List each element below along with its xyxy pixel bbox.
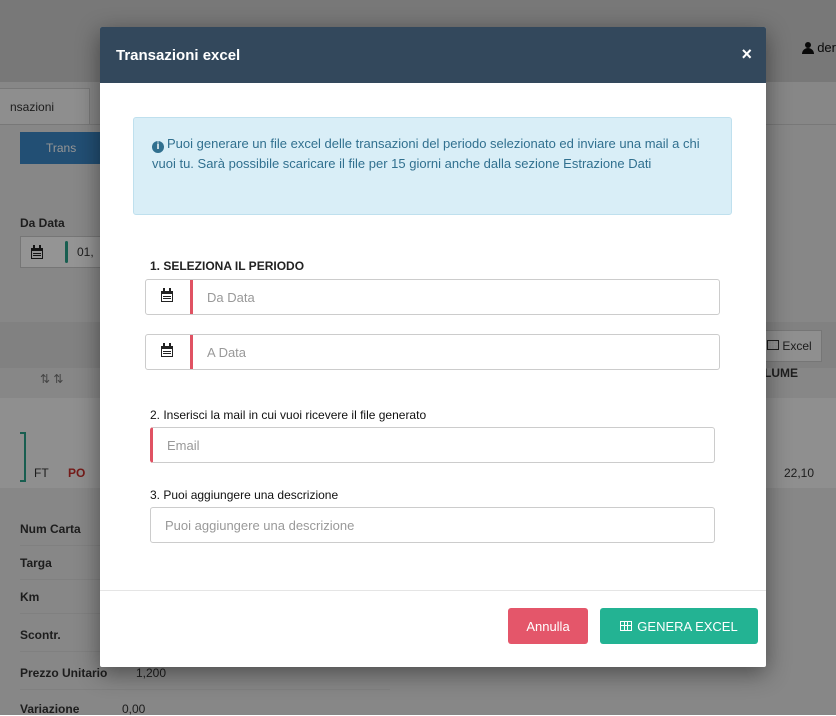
- section-description-label: 3. Puoi aggiungere una descrizione: [150, 488, 339, 502]
- info-alert: i Puoi generare un file excel delle trans…: [133, 117, 732, 215]
- section-period-label: 1. SELEZIONA IL PERIODO: [150, 259, 305, 273]
- close-icon[interactable]: ×: [741, 43, 752, 65]
- generate-excel-label: GENERA EXCEL: [637, 618, 738, 634]
- modal-header: Transazioni excel ×: [100, 27, 766, 83]
- description-input[interactable]: [150, 507, 715, 543]
- to-date-calendar-button[interactable]: [146, 335, 190, 369]
- calendar-icon: [161, 343, 173, 357]
- to-date-input[interactable]: [190, 335, 719, 369]
- from-date-calendar-button[interactable]: [146, 280, 190, 314]
- from-date-input[interactable]: [190, 280, 719, 314]
- email-input[interactable]: [150, 427, 715, 463]
- cancel-button[interactable]: Annulla: [508, 608, 588, 644]
- calendar-icon: [161, 288, 173, 302]
- generate-excel-button[interactable]: GENERA EXCEL: [600, 608, 758, 644]
- table-icon: [620, 621, 633, 631]
- modal-title: Transazioni excel: [116, 47, 241, 64]
- to-date-group: [145, 334, 720, 370]
- info-text: Puoi generare un file excel delle transa…: [152, 136, 700, 171]
- excel-export-modal: Transazioni excel × i Puoi generare un fi…: [100, 27, 766, 667]
- info-icon: i: [152, 141, 164, 153]
- from-date-group: [145, 279, 720, 315]
- section-email-label: 2. Inserisci la mail in cui vuoi ricever…: [150, 408, 427, 422]
